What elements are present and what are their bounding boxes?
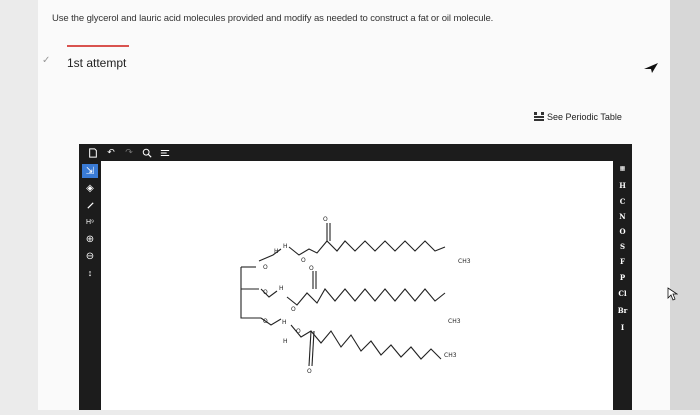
- chevron-down-icon[interactable]: ✓: [42, 55, 50, 66]
- arrow-tool-icon[interactable]: ↕: [82, 266, 98, 280]
- ch3-label-2: CH3: [448, 318, 461, 325]
- element-i[interactable]: I: [613, 323, 632, 332]
- ch3-label-1: CH3: [458, 258, 471, 265]
- ch3-label-3: CH3: [444, 352, 457, 359]
- editor-top-toolbar: ↶ ↷: [79, 144, 632, 161]
- element-h[interactable]: H: [613, 181, 632, 190]
- oxygen-label-3: O: [323, 216, 328, 223]
- zoom-icon[interactable]: [141, 147, 153, 159]
- hydrogen-label: H: [274, 248, 279, 255]
- redo-icon[interactable]: ↷: [123, 147, 135, 159]
- select-icon[interactable]: ⇲: [82, 164, 98, 178]
- oxygen-label-8: O: [296, 328, 301, 335]
- drawing-canvas[interactable]: O H H O O CH3 O H O O CH3 O H H O O CH3: [101, 161, 613, 410]
- window-edge: [670, 0, 700, 410]
- oxygen-label-2: O: [301, 257, 306, 264]
- element-p[interactable]: P: [613, 273, 632, 282]
- new-document-icon[interactable]: [87, 147, 99, 159]
- pin-icon[interactable]: [643, 62, 659, 74]
- element-o[interactable]: O: [613, 227, 632, 236]
- negative-charge-icon[interactable]: ⊖: [82, 249, 98, 263]
- hydrogen-tool-icon[interactable]: H⁹: [82, 215, 98, 229]
- element-br[interactable]: Br: [613, 306, 632, 315]
- single-bond-icon[interactable]: [82, 198, 98, 212]
- hydrogen-label-3: H: [279, 285, 284, 292]
- periodic-table-icon: [534, 112, 544, 121]
- periodic-table-label[interactable]: See Periodic Table: [547, 112, 622, 122]
- editor-left-toolbar: ⇲ ◈ H⁹ ⊕ ⊖ ↕: [79, 161, 101, 410]
- molecule-drawing: O H H O O CH3 O H O O CH3 O H H O O CH3: [240, 216, 471, 375]
- oxygen-label-5: O: [291, 306, 296, 313]
- undo-icon[interactable]: ↶: [105, 147, 117, 159]
- element-s[interactable]: S: [613, 242, 632, 251]
- question-text: Use the glycerol and lauric acid molecul…: [52, 13, 494, 24]
- hydrogen-label-5: H: [283, 338, 288, 345]
- oxygen-label-7: O: [263, 318, 268, 325]
- attempt-indicator: [67, 45, 129, 47]
- hydrogen-label-2: H: [283, 243, 288, 250]
- oxygen-label-6: O: [309, 265, 314, 272]
- periodic-table-link[interactable]: See Periodic Table: [534, 112, 622, 122]
- element-cl[interactable]: Cl: [613, 289, 632, 298]
- periodic-table-icon-small[interactable]: ▦: [613, 165, 632, 172]
- positive-charge-icon[interactable]: ⊕: [82, 232, 98, 246]
- element-c[interactable]: C: [613, 197, 632, 206]
- element-n[interactable]: N: [613, 212, 632, 221]
- oxygen-label-4: O: [263, 289, 268, 296]
- hydrogen-label-4: H: [282, 319, 287, 326]
- oxygen-label: O: [263, 264, 268, 271]
- eraser-icon[interactable]: ◈: [82, 181, 98, 195]
- oxygen-label-9: O: [307, 368, 312, 375]
- element-palette: ▦ H C N O S F P Cl Br I: [613, 161, 632, 410]
- attempt-label[interactable]: 1st attempt: [67, 56, 126, 70]
- mouse-cursor-icon: [667, 287, 678, 301]
- template-icon[interactable]: [159, 147, 171, 159]
- element-f[interactable]: F: [613, 257, 632, 266]
